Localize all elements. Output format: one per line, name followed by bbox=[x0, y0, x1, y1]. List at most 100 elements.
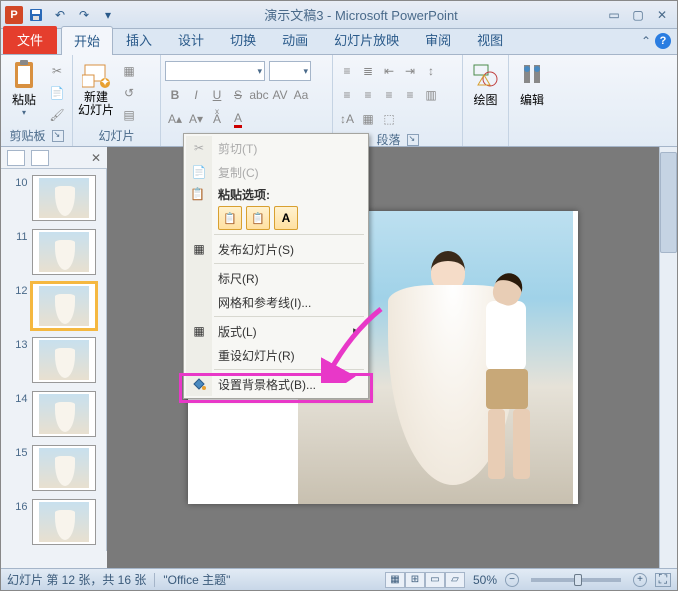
close-button[interactable]: ✕ bbox=[651, 6, 673, 24]
tab-slideshow[interactable]: 幻灯片放映 bbox=[321, 25, 412, 54]
redo-button[interactable]: ↷ bbox=[73, 4, 95, 26]
align-left-button[interactable]: ≡ bbox=[337, 85, 357, 105]
menu-publish-slides[interactable]: ▦发布幻灯片(S) bbox=[186, 237, 366, 261]
chevron-down-icon: ▾ bbox=[5, 108, 43, 117]
underline-button[interactable]: U bbox=[207, 85, 227, 105]
app-icon[interactable]: P bbox=[5, 6, 23, 24]
tab-view[interactable]: 视图 bbox=[464, 25, 516, 54]
columns-button[interactable]: ▥ bbox=[421, 85, 441, 105]
minimize-ribbon-button[interactable]: ⌃ bbox=[641, 34, 651, 48]
menu-format-background[interactable]: 设置背景格式(B)... bbox=[186, 372, 366, 396]
charspace-button[interactable]: AV bbox=[270, 85, 290, 105]
indent-dec-button[interactable]: ⇤ bbox=[379, 61, 399, 81]
slide-thumb[interactable]: 15 bbox=[12, 445, 96, 491]
zoom-in-button[interactable]: + bbox=[633, 573, 647, 587]
maximize-button[interactable]: ▢ bbox=[627, 6, 649, 24]
slide-counter: 幻灯片 第 12 张，共 16 张 bbox=[7, 571, 146, 588]
tab-insert[interactable]: 插入 bbox=[113, 25, 165, 54]
paste-option-2[interactable]: 📋 bbox=[246, 206, 270, 230]
align-center-button[interactable]: ≡ bbox=[358, 85, 378, 105]
zoom-out-button[interactable]: − bbox=[505, 573, 519, 587]
slide-thumb[interactable]: 13 bbox=[12, 337, 96, 383]
normal-view-button[interactable]: ▦ bbox=[385, 572, 405, 588]
grow-font-button[interactable]: A▴ bbox=[165, 109, 185, 129]
smartart-button[interactable]: ⬚ bbox=[379, 109, 399, 129]
tab-animations[interactable]: 动画 bbox=[269, 25, 321, 54]
theme-name: "Office 主题" bbox=[163, 571, 230, 588]
file-tab[interactable]: 文件 bbox=[3, 26, 57, 54]
ribbon-tabs: 文件 开始 插入 设计 切换 动画 幻灯片放映 审阅 视图 ⌃ ? bbox=[1, 29, 677, 55]
minimize-button[interactable]: ▭ bbox=[603, 6, 625, 24]
numbering-button[interactable]: ≣ bbox=[358, 61, 378, 81]
italic-button[interactable]: I bbox=[186, 85, 206, 105]
outline-tab-icon[interactable] bbox=[31, 150, 49, 166]
help-icon[interactable]: ? bbox=[655, 33, 671, 49]
changecase-button[interactable]: Aa bbox=[291, 85, 311, 105]
menu-ruler[interactable]: 标尺(R) bbox=[186, 266, 366, 290]
justify-button[interactable]: ≡ bbox=[400, 85, 420, 105]
qat-more-button[interactable]: ▾ bbox=[97, 4, 119, 26]
save-button[interactable] bbox=[25, 4, 47, 26]
bullets-button[interactable]: ≡ bbox=[337, 61, 357, 81]
reading-view-button[interactable]: ▭ bbox=[425, 572, 445, 588]
strike-button[interactable]: S bbox=[228, 85, 248, 105]
paste-option-3[interactable]: A bbox=[274, 206, 298, 230]
bold-button[interactable]: B bbox=[165, 85, 185, 105]
menu-reset-slide[interactable]: 重设幻灯片(R) bbox=[186, 343, 366, 367]
zoom-slider[interactable] bbox=[531, 578, 621, 582]
undo-button[interactable]: ↶ bbox=[49, 4, 71, 26]
cut-button[interactable]: ✂ bbox=[47, 61, 67, 81]
reset-button[interactable]: ↺ bbox=[119, 83, 139, 103]
menu-grid[interactable]: 网格和参考线(I)... bbox=[186, 290, 366, 314]
paste-options: 📋 📋 A bbox=[186, 204, 366, 232]
slideshow-view-button[interactable]: ▱ bbox=[445, 572, 465, 588]
svg-text:✦: ✦ bbox=[100, 75, 110, 89]
sorter-view-button[interactable]: ⊞ bbox=[405, 572, 425, 588]
shadow-button[interactable]: abc bbox=[249, 85, 269, 105]
menu-layout[interactable]: ▦版式(L)▶ bbox=[186, 319, 366, 343]
slide-thumb[interactable]: 11 bbox=[12, 229, 96, 275]
slide-thumb[interactable]: 16 bbox=[12, 499, 96, 545]
slide-thumb[interactable]: 14 bbox=[12, 391, 96, 437]
paste-button[interactable]: 粘贴 ▾ bbox=[5, 57, 43, 117]
section-button[interactable]: ▤ bbox=[119, 105, 139, 125]
font-color-button[interactable]: A bbox=[228, 109, 248, 129]
text-direction-button[interactable]: ↕A bbox=[337, 109, 357, 129]
font-family-combo[interactable] bbox=[165, 61, 265, 81]
indent-inc-button[interactable]: ⇥ bbox=[400, 61, 420, 81]
slide-thumb[interactable]: 10 bbox=[12, 175, 96, 221]
tab-transitions[interactable]: 切换 bbox=[217, 25, 269, 54]
clipboard-launcher[interactable] bbox=[52, 130, 64, 142]
editing-button[interactable]: 编辑 bbox=[513, 57, 551, 108]
fit-window-button[interactable]: ⛶ bbox=[655, 573, 671, 587]
format-painter-button[interactable]: 🖌 bbox=[47, 105, 67, 125]
ribbon-help: ⌃ ? bbox=[641, 33, 671, 49]
tab-review[interactable]: 审阅 bbox=[412, 25, 464, 54]
thumbnail-pane[interactable]: 10 11 12 13 14 15 16 bbox=[1, 169, 107, 551]
window-controls: ▭ ▢ ✕ bbox=[603, 6, 673, 24]
zoom-label: 50% bbox=[473, 573, 497, 587]
tab-home[interactable]: 开始 bbox=[61, 26, 113, 55]
paste-option-1[interactable]: 📋 bbox=[218, 206, 242, 230]
copy-button[interactable]: 📄 bbox=[47, 83, 67, 103]
shrink-font-button[interactable]: A▾ bbox=[186, 109, 206, 129]
menu-copy[interactable]: 📄复制(C) bbox=[186, 160, 366, 184]
layout-icon: ▦ bbox=[190, 322, 208, 340]
group-slides: ✦ 新建 幻灯片 ▦ ↺ ▤ 幻灯片 bbox=[73, 55, 161, 146]
slides-tab-icon[interactable] bbox=[7, 150, 25, 166]
paste-icon: 📋 bbox=[190, 187, 205, 201]
font-size-combo[interactable] bbox=[269, 61, 311, 81]
slide-thumb[interactable]: 12 bbox=[12, 283, 96, 329]
paragraph-launcher[interactable] bbox=[407, 134, 419, 146]
linespace-button[interactable]: ↕ bbox=[421, 61, 441, 81]
close-pane-icon[interactable]: ✕ bbox=[91, 151, 101, 165]
new-slide-button[interactable]: ✦ 新建 幻灯片 bbox=[77, 57, 115, 117]
drawing-button[interactable]: 绘图 bbox=[467, 57, 504, 108]
align-right-button[interactable]: ≡ bbox=[379, 85, 399, 105]
clear-format-button[interactable]: Aͯ bbox=[207, 109, 227, 129]
vertical-scrollbar[interactable] bbox=[659, 147, 677, 568]
align-text-button[interactable]: ▦ bbox=[358, 109, 378, 129]
menu-cut[interactable]: ✂剪切(T) bbox=[186, 136, 366, 160]
layout-button[interactable]: ▦ bbox=[119, 61, 139, 81]
tab-design[interactable]: 设计 bbox=[165, 25, 217, 54]
